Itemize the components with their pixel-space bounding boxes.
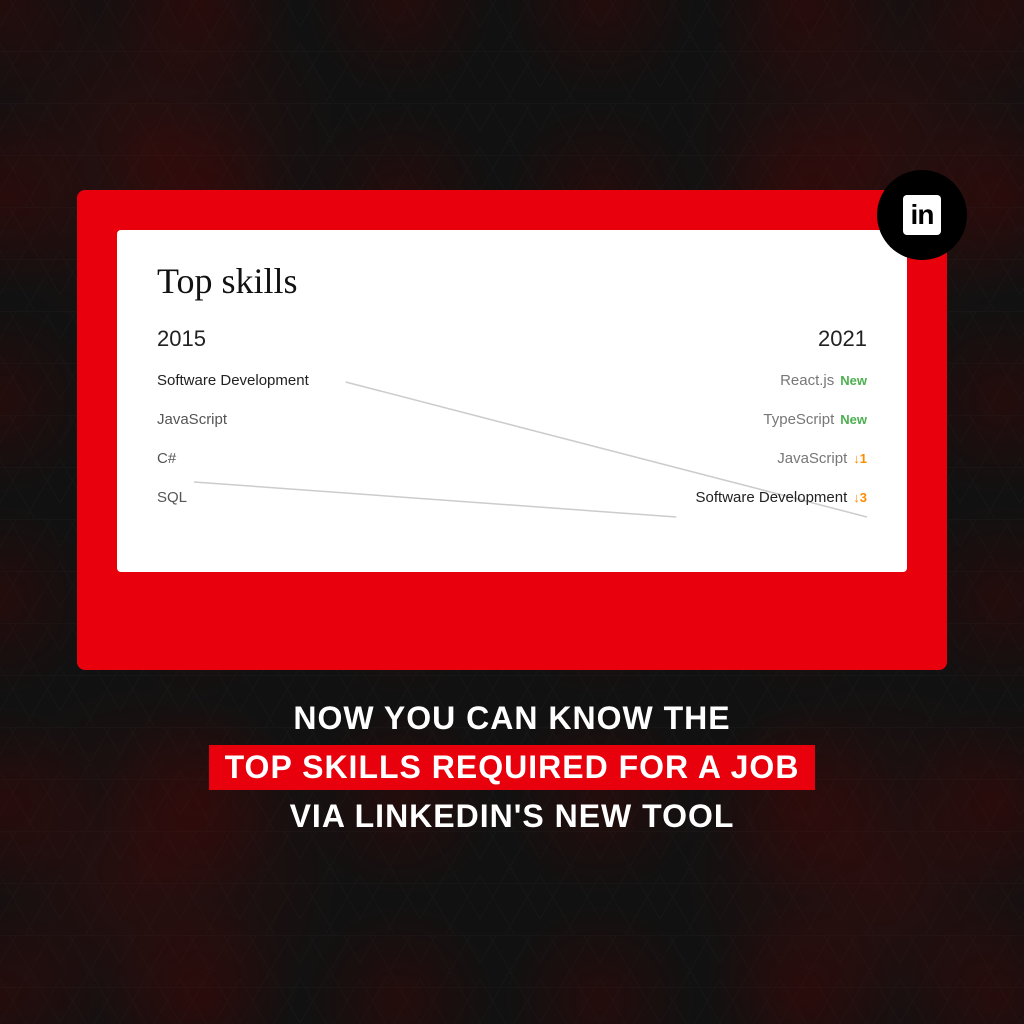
right-skills: React.js New TypeScript New JavaScript ↓…	[696, 372, 867, 506]
right-skill-badge-1: New	[840, 412, 867, 427]
bottom-line-3: VIA LINKEDIN'S NEW TOOL	[290, 798, 735, 835]
chart-years: 2015 2021	[157, 326, 867, 352]
right-skill-badge-3: ↓3	[853, 490, 867, 505]
year-right: 2021	[818, 326, 867, 352]
chart-title: Top skills	[157, 260, 867, 302]
bottom-line-1: NOW YOU CAN KNOW THE	[293, 700, 730, 737]
linkedin-logo: in	[903, 195, 942, 235]
right-skill-name-2: JavaScript	[777, 450, 847, 467]
bottom-text: NOW YOU CAN KNOW THE TOP SKILLS REQUIRED…	[149, 700, 876, 835]
page-content: in Top skills 2015 2021 Software Develop…	[0, 0, 1024, 1024]
left-skill-1: JavaScript	[157, 411, 309, 428]
right-skill-row-1: TypeScript New	[763, 411, 867, 428]
right-skill-row-2: JavaScript ↓1	[777, 450, 867, 467]
right-skill-name-1: TypeScript	[763, 411, 834, 428]
right-skill-badge-2: ↓1	[853, 451, 867, 466]
right-skill-badge-0: New	[840, 373, 867, 388]
right-skill-name-0: React.js	[780, 372, 834, 389]
chart-area: Top skills 2015 2021 Software Developmen…	[117, 230, 907, 572]
bottom-line-2: TOP SKILLS REQUIRED FOR A JOB	[209, 745, 816, 790]
year-left: 2015	[157, 326, 206, 352]
left-skills: Software Development JavaScript C# SQL	[157, 372, 309, 506]
right-skill-row-0: React.js New	[780, 372, 867, 389]
bottom-text-wrapper: NOW YOU CAN KNOW THE TOP SKILLS REQUIRED…	[209, 700, 816, 835]
chart-content: Software Development JavaScript C# SQL R…	[157, 372, 867, 532]
left-skill-3: SQL	[157, 489, 309, 506]
left-skill-2: C#	[157, 450, 309, 467]
red-card: in Top skills 2015 2021 Software Develop…	[77, 190, 947, 670]
left-skill-0: Software Development	[157, 372, 309, 389]
linkedin-badge: in	[877, 170, 967, 260]
right-skill-name-3: Software Development	[696, 489, 848, 506]
right-skill-row-3: Software Development ↓3	[696, 489, 867, 506]
